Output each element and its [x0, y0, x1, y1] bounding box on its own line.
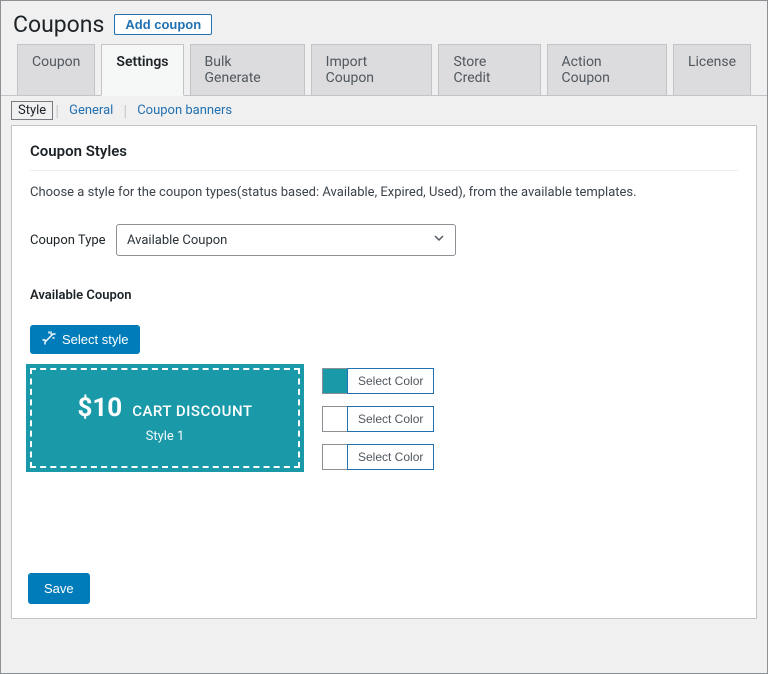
coupon-preview: $10 CART DISCOUNT Style 1: [30, 368, 300, 468]
subnav-coupon-banners[interactable]: Coupon banners: [129, 101, 240, 120]
select-style-label: Select style: [62, 332, 128, 347]
save-button[interactable]: Save: [28, 573, 90, 604]
color-swatch-2[interactable]: [322, 406, 348, 432]
tab-license[interactable]: License: [673, 44, 751, 96]
subnav-general[interactable]: General: [61, 101, 121, 120]
tab-coupon[interactable]: Coupon: [17, 44, 95, 96]
subnav-style[interactable]: Style: [11, 101, 53, 120]
chevron-down-icon: [433, 232, 445, 248]
coupon-type-value: Available Coupon: [127, 233, 227, 248]
color-swatch-3[interactable]: [322, 444, 348, 470]
panel-description: Choose a style for the coupon types(stat…: [30, 185, 738, 200]
tab-import-coupon[interactable]: Import Coupon: [311, 44, 433, 96]
coupon-amount: $10: [77, 393, 122, 423]
tab-settings[interactable]: Settings: [101, 44, 183, 96]
coupon-type-label: Coupon Type: [30, 233, 116, 248]
select-color-button-2[interactable]: Select Color: [347, 406, 434, 432]
select-color-button-3[interactable]: Select Color: [347, 444, 434, 470]
coupon-type-select[interactable]: Available Coupon: [116, 224, 456, 256]
tab-store-credit[interactable]: Store Credit: [438, 44, 540, 96]
select-style-button[interactable]: Select style: [30, 325, 140, 354]
page-title: Coupons: [13, 11, 104, 38]
coupon-style-name: Style 1: [146, 429, 185, 444]
color-swatch-1[interactable]: [322, 368, 348, 394]
magic-wand-icon: [42, 331, 62, 348]
coupon-label: CART DISCOUNT: [132, 402, 252, 420]
color-pickers: Select Color Select Color Select Color: [322, 368, 434, 470]
sub-nav: Style | General | Coupon banners: [1, 95, 767, 125]
select-color-button-1[interactable]: Select Color: [347, 368, 434, 394]
settings-panel: Coupon Styles Choose a style for the cou…: [11, 125, 757, 619]
main-tabs: Coupon Settings Bulk Generate Import Cou…: [1, 44, 767, 96]
tab-bulk-generate[interactable]: Bulk Generate: [190, 44, 305, 96]
panel-heading: Coupon Styles: [30, 142, 738, 160]
section-heading: Available Coupon: [30, 288, 738, 303]
tab-action-coupon[interactable]: Action Coupon: [547, 44, 667, 96]
add-coupon-button[interactable]: Add coupon: [114, 14, 212, 35]
